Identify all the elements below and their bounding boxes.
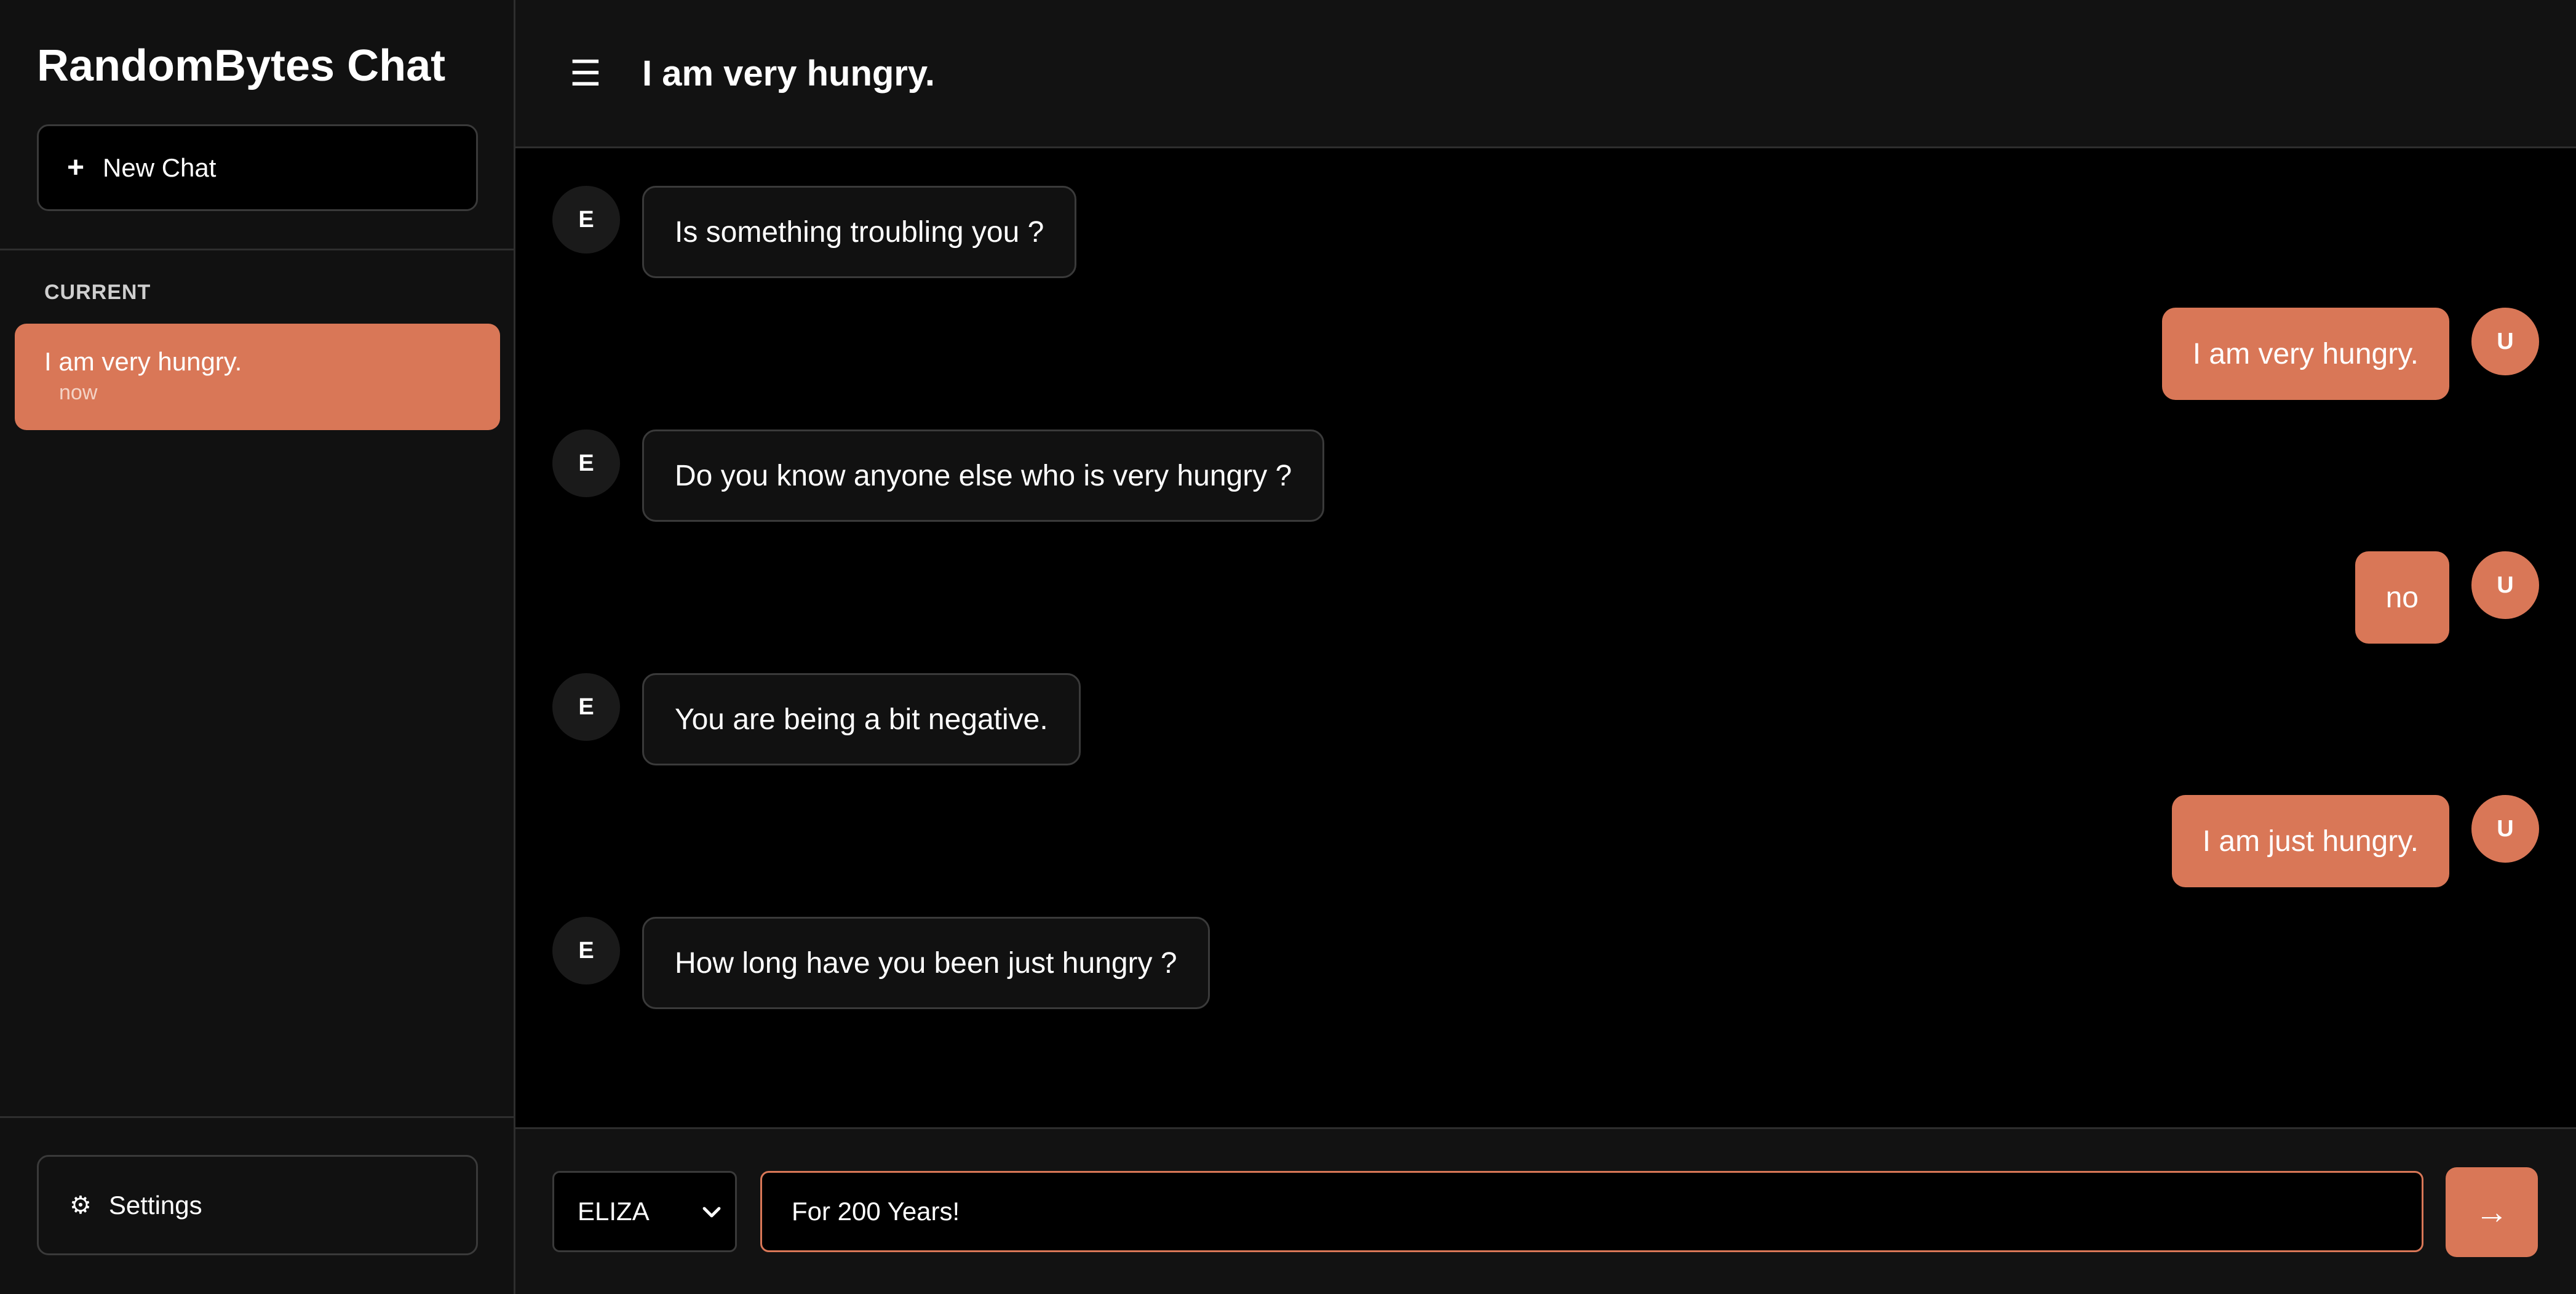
plus-icon: + xyxy=(67,151,85,184)
chat-section-label: CURRENT xyxy=(44,281,151,304)
user-avatar: U xyxy=(2471,551,2539,619)
sidebar-divider-top xyxy=(0,249,514,250)
chat-item-title: I am very hungry. xyxy=(44,347,242,376)
new-chat-button[interactable]: + New Chat xyxy=(37,124,478,211)
gear-icon: ⚙ xyxy=(70,1191,92,1219)
message-input[interactable] xyxy=(760,1171,2423,1252)
message-bubble-bot: Do you know anyone else who is very hung… xyxy=(642,429,1325,522)
message-row-bot: E Is something troubling you ? xyxy=(552,186,1077,278)
chat-item-timestamp: now xyxy=(59,381,98,404)
chat-title: I am very hungry. xyxy=(642,54,935,94)
chat-header: ☰ I am very hungry. xyxy=(515,0,2576,148)
chat-main: ☰ I am very hungry. E Is something troub… xyxy=(515,0,2576,1294)
message-row-bot: E You are being a bit negative. xyxy=(552,673,1081,765)
message-bubble-user: I am very hungry. xyxy=(2161,308,2449,400)
bot-avatar: E xyxy=(552,429,620,497)
model-select-value: ELIZA xyxy=(578,1197,650,1226)
chat-list-item-active[interactable]: I am very hungry. now xyxy=(15,324,500,430)
sidebar-divider-bottom xyxy=(0,1116,514,1118)
bot-avatar: E xyxy=(552,917,620,984)
message-bubble-user: no xyxy=(2355,551,2449,644)
message-row-bot: E Do you know anyone else who is very hu… xyxy=(552,429,1325,522)
message-row-bot: E How long have you been just hungry ? xyxy=(552,917,1210,1009)
arrow-right-icon: → xyxy=(2475,1194,2508,1231)
message-bubble-bot: Is something troubling you ? xyxy=(642,186,1077,278)
bot-avatar: E xyxy=(552,186,620,254)
message-bubble-bot: How long have you been just hungry ? xyxy=(642,917,1210,1009)
message-row-user: U no xyxy=(2355,551,2539,644)
send-button[interactable]: → xyxy=(2446,1167,2538,1257)
new-chat-label: New Chat xyxy=(103,153,217,182)
user-avatar: U xyxy=(2471,795,2539,863)
bot-avatar: E xyxy=(552,673,620,741)
message-list[interactable]: E Is something troubling you ? U I am ve… xyxy=(515,150,2576,1128)
hamburger-menu-icon[interactable]: ☰ xyxy=(567,49,604,98)
model-select[interactable]: ELIZA xyxy=(552,1171,737,1252)
message-row-user: U I am very hungry. xyxy=(2161,308,2539,400)
message-bubble-bot: You are being a bit negative. xyxy=(642,673,1081,765)
app-brand-title: RandomBytes Chat xyxy=(37,41,446,90)
app-root: RandomBytes Chat + New Chat CURRENT I am… xyxy=(0,0,2576,1294)
message-composer: ELIZA → xyxy=(515,1127,2576,1294)
settings-button[interactable]: ⚙ Settings xyxy=(37,1155,478,1255)
user-avatar: U xyxy=(2471,308,2539,375)
message-bubble-user: I am just hungry. xyxy=(2171,795,2449,887)
message-row-user: U I am just hungry. xyxy=(2171,795,2539,887)
chevron-down-icon xyxy=(702,1207,721,1218)
sidebar: RandomBytes Chat + New Chat CURRENT I am… xyxy=(0,0,515,1294)
settings-label: Settings xyxy=(108,1190,202,1220)
